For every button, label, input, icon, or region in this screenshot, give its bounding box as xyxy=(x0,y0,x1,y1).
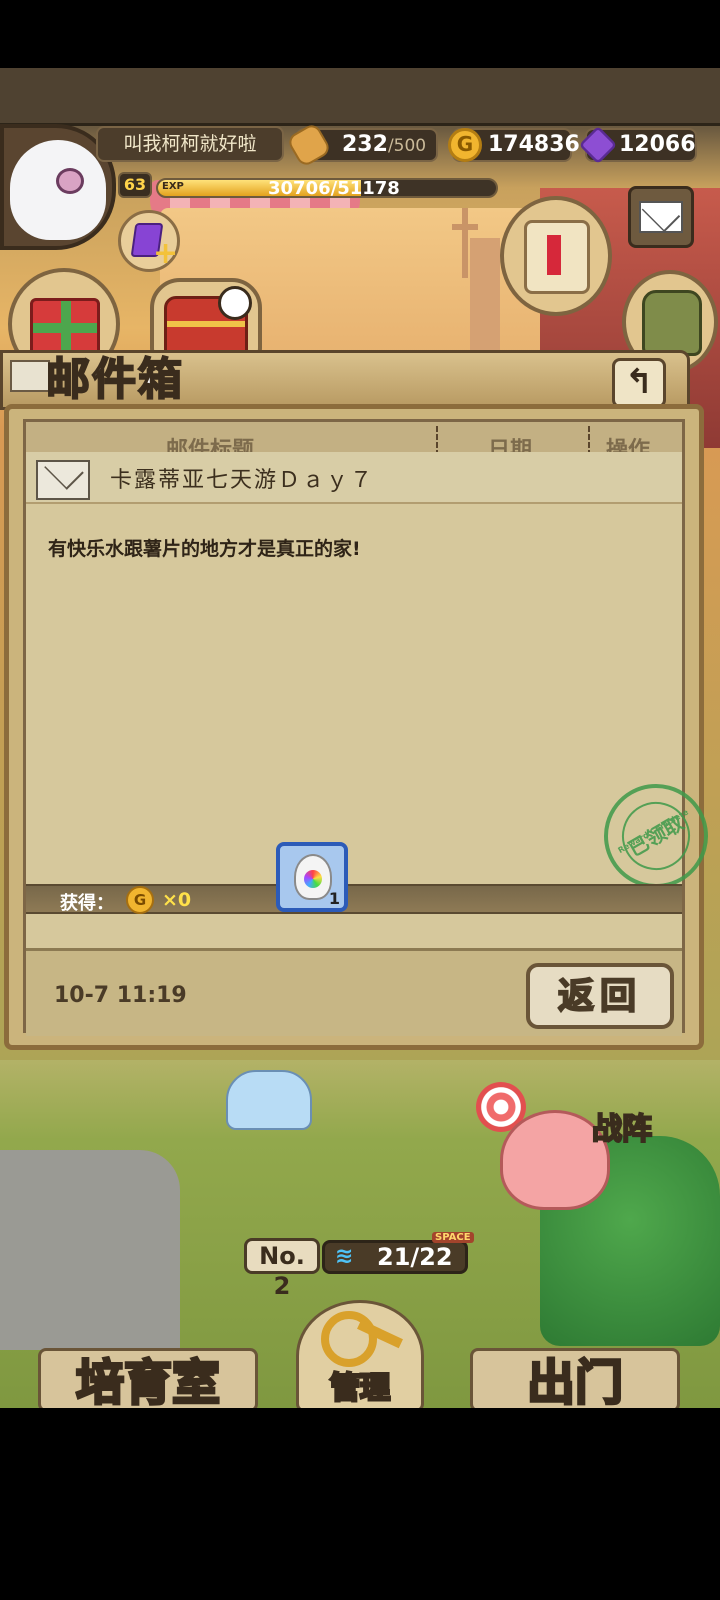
envelope-icon xyxy=(639,201,683,233)
stamina-max: /500 xyxy=(387,136,427,156)
mail-footer: 10-7 11:19 返回 xyxy=(26,948,682,1036)
quest-scroll-button[interactable] xyxy=(500,196,612,316)
return-button[interactable]: 返回 xyxy=(526,963,674,1029)
reward-label: 获得： xyxy=(60,893,114,914)
mail-detail-inner: 邮件标题 日期 操作 卡露蒂亚七天游Ｄａｙ７ 有快乐水跟薯片的地方才是真正的家!… xyxy=(23,419,720,1036)
mailbox-title: 邮件箱 xyxy=(45,353,184,406)
exp-text: 30706/51178 xyxy=(268,178,400,198)
nursery-button[interactable]: 培育室 xyxy=(38,1348,258,1413)
gold-coin-icon: G xyxy=(448,128,482,162)
plus-icon: + xyxy=(153,236,179,271)
mail-detail-panel: 邮件标题 日期 操作 卡露蒂亚七天游Ｄａｙ７ 有快乐水跟薯片的地方才是真正的家!… xyxy=(4,404,720,1050)
envelope-icon xyxy=(36,460,90,500)
church-cross xyxy=(452,208,478,298)
rainbow-egg-icon xyxy=(294,854,332,900)
player-name: 叫我柯柯就好啦 xyxy=(96,126,284,162)
key-icon xyxy=(321,1311,405,1369)
mail-body: 有快乐水跟薯片的地方才是真正的家! xyxy=(48,538,361,560)
screen-bottom-bar xyxy=(0,1408,720,1600)
mail-subject-row: 卡露蒂亚七天游Ｄａｙ７ xyxy=(26,452,682,504)
coin-count: ×0 xyxy=(162,889,192,911)
exp-bar: EXP 30706/51178 xyxy=(156,178,498,198)
gold-counter[interactable]: G 174836 xyxy=(448,128,580,162)
item-quantity: 1 xyxy=(328,889,340,908)
gold-value: 174836 xyxy=(488,132,580,157)
ghost-monster[interactable] xyxy=(226,1070,312,1130)
area-number: No. 2 xyxy=(244,1238,320,1300)
go-out-button[interactable]: 出门 xyxy=(470,1348,680,1413)
envelope-icon xyxy=(10,360,50,392)
incubator-rock-wall xyxy=(0,1150,180,1350)
mail-subject: 卡露蒂亚七天游Ｄａｙ７ xyxy=(110,468,375,493)
space-value: 21/22 xyxy=(377,1243,453,1271)
mail-date: 10-7 11:19 xyxy=(54,983,187,1008)
stamina-value-group: 232/500 xyxy=(342,130,426,161)
mail-button[interactable] xyxy=(628,186,694,248)
back-arrow-button[interactable]: ↰ xyxy=(612,358,666,408)
space-counter: ≋ 21/22 xyxy=(322,1240,468,1274)
team-formation-button[interactable]: 战阵 xyxy=(591,1110,692,1150)
exp-tag: EXP xyxy=(162,181,184,192)
space-icon: ≋ xyxy=(335,1244,354,1269)
reward-item-slot[interactable]: 1 xyxy=(276,842,348,912)
stamp-text: 已领取 xyxy=(609,789,703,883)
stamina-counter[interactable]: 232/500 xyxy=(285,121,438,169)
space-tag: SPACE xyxy=(432,1232,474,1243)
manage-button[interactable]: 管理 xyxy=(296,1300,424,1412)
avatar-face xyxy=(10,140,106,240)
backpack-icon xyxy=(642,290,702,356)
clock-icon xyxy=(218,286,252,320)
gold-coin-icon: G xyxy=(126,886,154,914)
reward-strip: 获得： G ×0 xyxy=(26,884,682,914)
scroll-icon xyxy=(524,220,590,294)
gem-counter[interactable]: 12066 xyxy=(578,125,697,165)
stamina-value: 232 xyxy=(342,132,388,157)
avatar-eye xyxy=(56,168,84,194)
player-level: 63 xyxy=(118,172,152,198)
gem-value: 12066 xyxy=(619,132,696,157)
manage-label: 管理 xyxy=(329,1370,392,1408)
buy-gem-button[interactable]: + xyxy=(118,210,180,272)
top-strip xyxy=(0,68,720,126)
